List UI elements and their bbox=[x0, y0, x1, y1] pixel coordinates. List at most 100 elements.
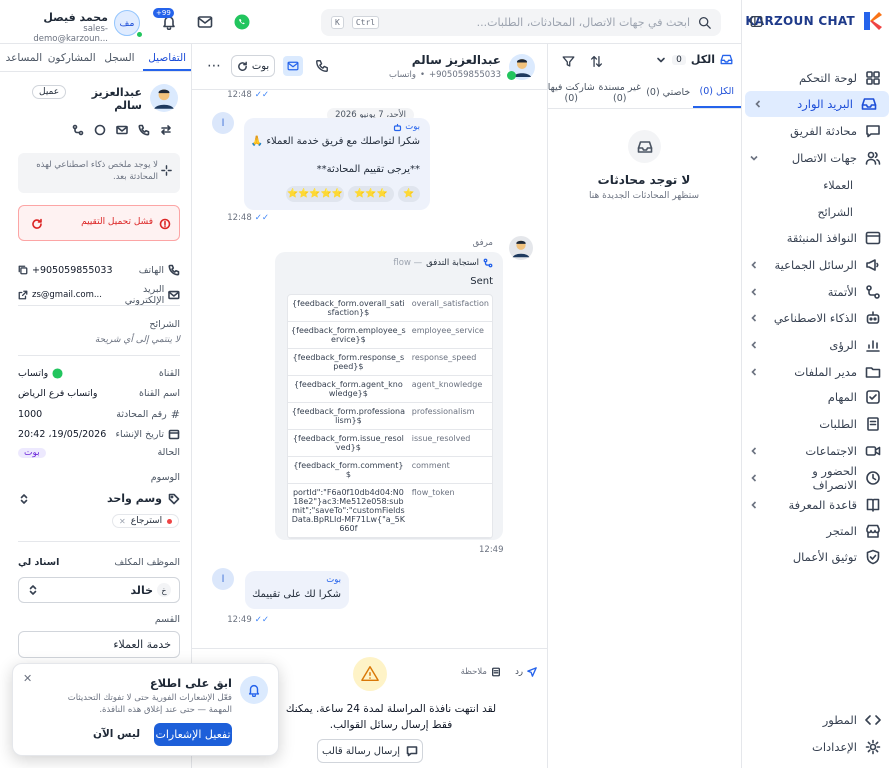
sidebar-item-label: المتجر bbox=[826, 524, 857, 538]
whatsapp-icon[interactable] bbox=[233, 13, 251, 31]
copy-icon[interactable] bbox=[18, 265, 28, 275]
flow-icon[interactable] bbox=[72, 124, 84, 136]
retry-icon[interactable] bbox=[31, 218, 43, 230]
sidebar-item-contacts[interactable]: جهات الاتصال bbox=[741, 145, 893, 171]
external-link-icon[interactable] bbox=[18, 290, 28, 300]
sidebar-item-automation[interactable]: الأتمتة bbox=[741, 279, 893, 305]
search-input[interactable]: ابحث في جهات الاتصال، المحادثات، الطلبات… bbox=[387, 16, 690, 29]
phone-value: 905059855033+ bbox=[32, 264, 113, 276]
global-search[interactable]: ابحث في جهات الاتصال، المحادثات، الطلبات… bbox=[321, 9, 721, 36]
channel-row: القناة واتساب bbox=[18, 368, 180, 379]
assign-me-link[interactable]: اسناد لي bbox=[18, 557, 59, 568]
sidebar-item-label: توثيق الأعمال bbox=[792, 550, 857, 564]
assignee-value: خالد bbox=[130, 583, 153, 597]
sidebar-item-insights[interactable]: الرؤى bbox=[741, 332, 893, 358]
sparkle-icon bbox=[161, 165, 172, 176]
remove-tag-icon[interactable]: ✕ bbox=[119, 517, 126, 526]
flow-value: {feedback_form.comment}$ bbox=[288, 456, 409, 484]
tab-mine[interactable]: خاصتي (0) bbox=[644, 79, 693, 108]
flow-table-row: {feedback_form.employee_service}$ employe… bbox=[288, 321, 492, 349]
mail-icon[interactable] bbox=[116, 124, 128, 136]
folder-icon bbox=[865, 367, 881, 378]
department-select[interactable]: خدمة العملاء bbox=[18, 631, 180, 658]
role-badge: عميل bbox=[32, 85, 67, 99]
user-email: sales-demo@karzoun... bbox=[33, 24, 108, 44]
chevron-left-icon bbox=[751, 288, 757, 296]
chevron-left-icon bbox=[751, 341, 757, 349]
filter-icon[interactable] bbox=[562, 55, 575, 68]
sidebar-item-dashboard[interactable]: لوحة التحكم bbox=[741, 65, 893, 91]
chevron-left-icon bbox=[751, 501, 757, 509]
sidebar-item-settings[interactable]: الإعدادات bbox=[741, 734, 893, 760]
brand-logo[interactable]: KARZOUN CHAT bbox=[745, 10, 883, 32]
tab-participants[interactable]: المشاركون bbox=[48, 44, 96, 71]
contact-avatar bbox=[150, 84, 178, 112]
email-channel-button[interactable] bbox=[283, 56, 303, 76]
sidebar-item-tasks[interactable]: المهام bbox=[741, 384, 893, 410]
reply-mode-tab[interactable]: رد bbox=[515, 667, 537, 677]
sidebar-item-file-manager[interactable]: مدير الملفات bbox=[741, 359, 893, 385]
bot-toggle-button[interactable]: بوت bbox=[231, 55, 275, 77]
ai-summary-text: لا يوجد ملخص ذكاء اصطناعي لهذه المحادثة … bbox=[36, 160, 158, 182]
tab-assistant[interactable]: المساعد bbox=[0, 44, 48, 71]
sidebar-item-label: الاجتماعات bbox=[805, 444, 857, 458]
phone-icon[interactable] bbox=[138, 124, 150, 136]
status-label: الحالة bbox=[157, 447, 180, 458]
sidebar-item-team-chat[interactable]: محادثة الفريق bbox=[741, 118, 893, 144]
transfer-icon[interactable] bbox=[160, 124, 172, 136]
close-icon[interactable]: ✕ bbox=[23, 672, 32, 685]
phone-label: الهاتف bbox=[138, 264, 164, 276]
sidebar-item-business-verification[interactable]: توثيق الأعمال bbox=[741, 544, 893, 570]
rating-5-button[interactable]: ⭐⭐⭐⭐⭐ bbox=[286, 186, 344, 202]
not-now-button[interactable]: ليس الآن bbox=[93, 728, 140, 740]
chat-bubble-icon[interactable] bbox=[94, 124, 106, 136]
grid-icon bbox=[866, 71, 880, 85]
mail-icon[interactable] bbox=[197, 14, 213, 30]
tab-details[interactable]: التفاصيل bbox=[143, 44, 191, 71]
tab-all[interactable]: الكل (0) bbox=[692, 79, 741, 108]
flow-value: {feedback_form.response_speed}$ bbox=[288, 348, 409, 376]
bot-label: بوت bbox=[393, 122, 420, 132]
conversation-tabs: الكل (0) خاصتي (0) غير مسندة (0) شاركت ف… bbox=[547, 79, 741, 109]
rating-options: ⭐ ⭐⭐⭐ ⭐⭐⭐⭐⭐ bbox=[286, 186, 420, 202]
enable-notifications-button[interactable]: تفعيل الإشعارات bbox=[154, 723, 232, 746]
user-info[interactable]: محمد فيصل sales-demo@karzoun... bbox=[28, 11, 108, 44]
tags-label: الوسوم bbox=[150, 472, 180, 483]
sidebar-item-inbox[interactable]: البريد الوارد bbox=[745, 91, 889, 117]
sidebar-item-broadcasts[interactable]: الرسائل الجماعية bbox=[741, 252, 893, 278]
sidebar-item-attendance[interactable]: الحضور و الانصراف bbox=[741, 464, 893, 492]
channel-name-label: اسم القناة bbox=[138, 388, 180, 399]
send-template-button[interactable]: إرسال رسالة قالب bbox=[317, 739, 423, 763]
assignee-select[interactable]: خ خالد bbox=[18, 577, 180, 603]
tab-unassigned[interactable]: غير مسندة (0) bbox=[596, 79, 645, 108]
toast-body: فعّل الإشعارات الفورية حتى لا تفوتك التح… bbox=[67, 693, 232, 715]
sidebar-item-developer[interactable]: المطور bbox=[741, 707, 893, 733]
sidebar-item-store[interactable]: المتجر bbox=[741, 518, 893, 544]
collapse-sidebar-icon[interactable] bbox=[750, 15, 763, 28]
tab-participated[interactable]: شاركت فيها (0) bbox=[547, 79, 596, 108]
phone-icon[interactable] bbox=[315, 59, 329, 73]
flow-icon bbox=[866, 285, 880, 299]
sidebar-item-popups[interactable]: النوافذ المنبثقة bbox=[741, 225, 893, 251]
rating-3-button[interactable]: ⭐⭐⭐ bbox=[348, 186, 394, 202]
contact-avatar[interactable] bbox=[507, 54, 535, 80]
sidebar: KARZOUN CHAT لوحة التحكم البريد الوارد محا… bbox=[741, 0, 893, 768]
sidebar-item-knowledge-base[interactable]: قاعدة المعرفة bbox=[741, 492, 893, 518]
rating-1-button[interactable]: ⭐ bbox=[398, 186, 420, 202]
tab-history[interactable]: السجل bbox=[96, 44, 144, 71]
sidebar-item-meetings[interactable]: الاجتماعات bbox=[741, 438, 893, 464]
sort-icon[interactable] bbox=[590, 55, 603, 68]
more-options-icon[interactable]: ⋯ bbox=[207, 58, 222, 74]
sidebar-item-orders[interactable]: الطلبات bbox=[741, 411, 893, 437]
sidebar-item-ai[interactable]: الذكاء الاصطناعي bbox=[741, 305, 893, 331]
flow-table-row: {feedback_form.professionalism}$ professi… bbox=[288, 402, 492, 430]
message-bubble-bot: بوت شكرا لتواصلك مع فريق خدمة العملاء 🙏 … bbox=[244, 118, 430, 210]
inbox-filter[interactable]: الكل 0 bbox=[655, 53, 733, 66]
sidebar-item-label: مدير الملفات bbox=[794, 365, 857, 379]
note-mode-tab[interactable]: ملاحظة bbox=[461, 667, 501, 677]
sidebar-sub-customers[interactable]: العملاء bbox=[823, 179, 853, 192]
calendar-icon bbox=[168, 429, 180, 440]
tags-select[interactable]: وسم واحد bbox=[18, 492, 180, 505]
code-icon bbox=[865, 715, 881, 725]
sidebar-sub-segments[interactable]: الشرائح bbox=[817, 206, 853, 219]
